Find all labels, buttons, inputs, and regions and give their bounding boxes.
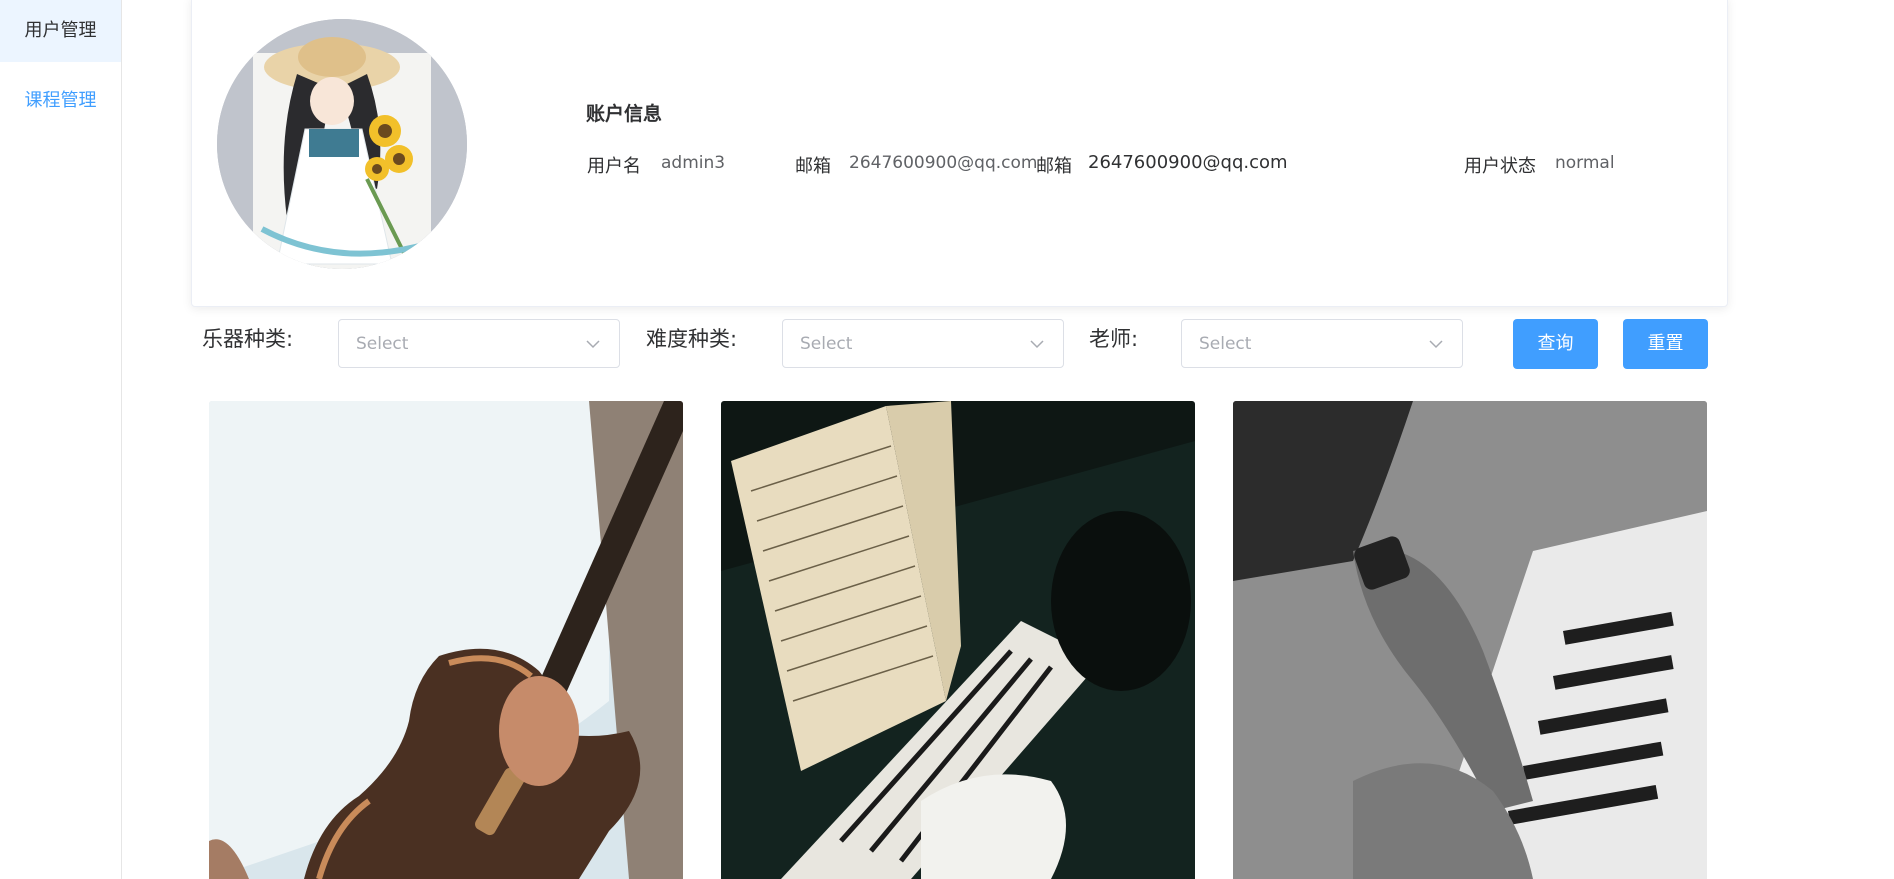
sidebar: 用户管理 课程管理 (0, 0, 122, 879)
avatar (217, 19, 467, 269)
instrument-type-label: 乐器种类: (202, 327, 294, 351)
chevron-down-icon (586, 340, 600, 349)
course-card-piano-sheet-music[interactable] (721, 401, 1195, 879)
difficulty-type-label: 难度种类: (646, 327, 738, 351)
instrument-type-select[interactable]: Select (338, 319, 620, 368)
sidebar-item-user-management[interactable]: 用户管理 (0, 0, 121, 62)
sidebar-item-label: 课程管理 (24, 90, 97, 111)
teacher-label: 老师: (1089, 327, 1139, 351)
course-card-guitar[interactable] (209, 401, 683, 879)
course-card-piano-hands[interactable] (1233, 401, 1707, 879)
email-value: 2647600900@qq.com (849, 153, 1038, 173)
email-label: 邮箱 (795, 156, 831, 177)
avatar-illustration-icon (217, 19, 467, 269)
select-placeholder: Select (356, 334, 409, 354)
piano-sheet-music-photo-icon (721, 401, 1195, 879)
select-placeholder: Select (800, 334, 853, 354)
query-button[interactable]: 查询 (1513, 319, 1598, 369)
status-value: normal (1555, 153, 1615, 173)
username-label: 用户名 (587, 156, 641, 177)
username-value: admin3 (661, 153, 726, 173)
status-label: 用户状态 (1464, 156, 1536, 177)
teacher-select[interactable]: Select (1181, 319, 1463, 368)
email-label-secondary: 邮箱 (1036, 156, 1072, 177)
sidebar-item-course-management[interactable]: 课程管理 (0, 70, 121, 132)
account-info-title: 账户信息 (586, 103, 663, 125)
account-info-card: 账户信息 用户名 admin3 邮箱 2647600900@qq.com 邮箱 … (191, 0, 1728, 307)
reset-button[interactable]: 重置 (1623, 319, 1708, 369)
piano-hands-photo-icon (1233, 401, 1707, 879)
chevron-down-icon (1030, 340, 1044, 349)
chevron-down-icon (1429, 340, 1443, 349)
select-placeholder: Select (1199, 334, 1252, 354)
sidebar-item-label: 用户管理 (24, 20, 97, 41)
email-value-secondary: 2647600900@qq.com (1088, 152, 1288, 173)
guitar-photo-icon (209, 401, 683, 879)
difficulty-type-select[interactable]: Select (782, 319, 1064, 368)
